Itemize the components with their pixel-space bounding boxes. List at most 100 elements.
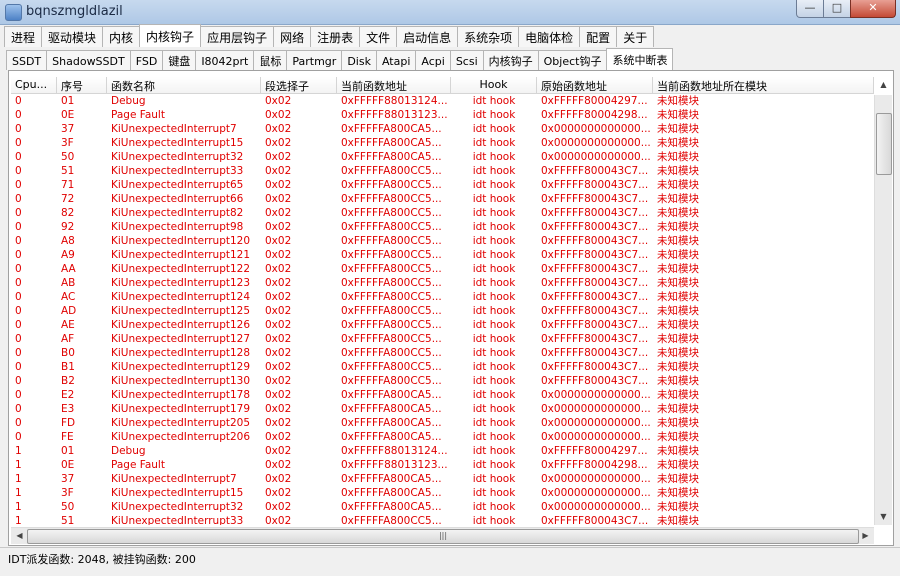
table-row[interactable]: 1 0E Page Fault 0x02 0xFFFFF88013123... idt h…: [11, 458, 874, 472]
tab-main-9[interactable]: 系统杂项: [457, 26, 520, 47]
tab-main-11[interactable]: 配置: [579, 26, 618, 47]
table-cell: 0xFFFFFA800CC5...: [341, 235, 442, 247]
column-header-5[interactable]: Hook: [451, 77, 537, 93]
tab-sub-9[interactable]: Acpi: [415, 50, 451, 70]
main-window: bqnszmgldlazil — □ ✕ 进程 驱动模块 内核 内核钩子 应用层钩子 网络…: [0, 0, 900, 576]
table-row[interactable]: 0 92 KiUnexpectedInterrupt98 0x02 0xFFFFFA80…: [11, 220, 874, 234]
table-row[interactable]: 0 FE KiUnexpectedInterrupt206 0x02 0xFFFFFA8…: [11, 430, 874, 444]
column-header-6[interactable]: 原始函数地址: [537, 77, 653, 93]
table-row[interactable]: 1 50 KiUnexpectedInterrupt32 0x02 0xFFFFFA80…: [11, 500, 874, 514]
table-row[interactable]: 1 37 KiUnexpectedInterrupt7 0x02 0xFFFFFA800…: [11, 472, 874, 486]
table-cell: idt hook: [472, 249, 516, 261]
tab-sub-2[interactable]: FSD: [129, 50, 164, 70]
column-header-4[interactable]: 当前函数地址: [337, 77, 451, 93]
tab-main-5[interactable]: 网络: [273, 26, 312, 47]
table-row[interactable]: 0 AB KiUnexpectedInterrupt123 0x02 0xFFFFFA8…: [11, 276, 874, 290]
table-row[interactable]: 0 01 Debug 0x02 0xFFFFF88013124... idt hook 0x…: [11, 94, 874, 108]
tab-main-10[interactable]: 电脑体检: [518, 26, 581, 47]
table-row[interactable]: 0 37 KiUnexpectedInterrupt7 0x02 0xFFFFFA800…: [11, 122, 874, 136]
table-row[interactable]: 0 AD KiUnexpectedInterrupt125 0x02 0xFFFFFA8…: [11, 304, 874, 318]
table-cell: 未知模块: [657, 403, 699, 415]
table-row[interactable]: 0 E3 KiUnexpectedInterrupt179 0x02 0xFFFFFA8…: [11, 402, 874, 416]
table-row[interactable]: 0 71 KiUnexpectedInterrupt65 0x02 0xFFFFFA80…: [11, 178, 874, 192]
table-cell: 0: [15, 277, 22, 289]
table-cell: 未知模块: [657, 459, 699, 471]
column-header-7[interactable]: 当前函数地址所在模块: [653, 77, 874, 93]
table-cell: KiUnexpectedInterrupt126: [111, 319, 251, 331]
table-cell: 未知模块: [657, 249, 699, 261]
table-row[interactable]: 0 82 KiUnexpectedInterrupt82 0x02 0xFFFFFA80…: [11, 206, 874, 220]
tab-main-8[interactable]: 启动信息: [396, 26, 459, 47]
minimize-button[interactable]: —: [796, 0, 824, 18]
tab-main-1[interactable]: 驱动模块: [41, 26, 104, 47]
tab-sub-4[interactable]: I8042prt: [195, 50, 255, 70]
table-row[interactable]: 0 E2 KiUnexpectedInterrupt178 0x02 0xFFFFFA8…: [11, 388, 874, 402]
scroll-right-icon[interactable]: ▶: [857, 528, 874, 544]
table-row[interactable]: 0 B1 KiUnexpectedInterrupt129 0x02 0xFFFFFA8…: [11, 360, 874, 374]
tab-main-4[interactable]: 应用层钩子: [200, 26, 275, 47]
table-row[interactable]: 0 B0 KiUnexpectedInterrupt128 0x02 0xFFFFFA8…: [11, 346, 874, 360]
tab-main-3[interactable]: 内核钩子: [139, 24, 202, 47]
tab-sub-12[interactable]: Object钩子: [537, 50, 608, 70]
scroll-up-icon[interactable]: ▲: [875, 77, 892, 93]
scroll-down-icon[interactable]: ▼: [875, 509, 892, 525]
table-row[interactable]: 0 3F KiUnexpectedInterrupt15 0x02 0xFFFFFA80…: [11, 136, 874, 150]
table-row[interactable]: 0 0E Page Fault 0x02 0xFFFFF88013123... idt h…: [11, 108, 874, 122]
table-row[interactable]: 1 3F KiUnexpectedInterrupt15 0x02 0xFFFFFA80…: [11, 486, 874, 500]
table-row[interactable]: 1 01 Debug 0x02 0xFFFFF88013124... idt hook 0x…: [11, 444, 874, 458]
table-cell: 0x02: [265, 151, 292, 163]
table-row[interactable]: 0 72 KiUnexpectedInterrupt66 0x02 0xFFFFFA80…: [11, 192, 874, 206]
table-cell: 0x02: [265, 249, 292, 261]
tab-main-0[interactable]: 进程: [4, 26, 43, 47]
table-row[interactable]: 0 A8 KiUnexpectedInterrupt120 0x02 0xFFFFFA8…: [11, 234, 874, 248]
tab-sub-5[interactable]: 鼠标: [253, 50, 288, 70]
tab-main-2[interactable]: 内核: [102, 26, 141, 47]
table-cell: idt hook: [472, 151, 516, 163]
column-header-0[interactable]: Cpu...: [11, 77, 57, 93]
horizontal-scrollbar[interactable]: ◀ ||| ▶: [11, 527, 874, 544]
column-header-3[interactable]: 段选择子: [261, 77, 337, 93]
table-cell: 0: [15, 333, 22, 345]
table-cell: KiUnexpectedInterrupt123: [111, 277, 251, 289]
tab-sub-7[interactable]: Disk: [341, 50, 377, 70]
scroll-left-icon[interactable]: ◀: [11, 528, 28, 544]
tab-sub-8[interactable]: Atapi: [375, 50, 417, 70]
tab-sub-1[interactable]: ShadowSSDT: [46, 50, 131, 70]
table-row[interactable]: 0 AC KiUnexpectedInterrupt124 0x02 0xFFFFFA8…: [11, 290, 874, 304]
horizontal-scroll-thumb[interactable]: |||: [27, 529, 859, 544]
table-row[interactable]: 0 FD KiUnexpectedInterrupt205 0x02 0xFFFFFA8…: [11, 416, 874, 430]
table-cell: 0: [15, 375, 22, 387]
table-cell: 0xFFFFFA800CC5...: [341, 277, 442, 289]
table-cell: idt hook: [472, 417, 516, 429]
tab-sub-11[interactable]: 内核钩子: [482, 50, 539, 70]
tab-main-7[interactable]: 文件: [359, 26, 398, 47]
table-row[interactable]: 0 A9 KiUnexpectedInterrupt121 0x02 0xFFFFFA8…: [11, 248, 874, 262]
tab-main-12[interactable]: 关于: [616, 26, 655, 47]
column-header-2[interactable]: 函数名称: [107, 77, 261, 93]
title-bar[interactable]: bqnszmgldlazil — □ ✕: [0, 0, 900, 25]
tab-sub-3[interactable]: 键盘: [162, 50, 197, 70]
tab-sub-0[interactable]: SSDT: [6, 50, 48, 70]
table-cell: 未知模块: [657, 445, 699, 457]
table-row[interactable]: 0 AA KiUnexpectedInterrupt122 0x02 0xFFFFFA8…: [11, 262, 874, 276]
close-button[interactable]: ✕: [850, 0, 896, 18]
tab-sub-13[interactable]: 系统中断表: [606, 48, 674, 70]
vertical-scrollbar[interactable]: ▲ ▼: [874, 80, 892, 525]
table-cell: 0xFFFFFA800CC5...: [341, 333, 442, 345]
vertical-scroll-thumb[interactable]: [876, 113, 892, 175]
table-row[interactable]: 0 51 KiUnexpectedInterrupt33 0x02 0xFFFFFA80…: [11, 164, 874, 178]
table-row[interactable]: 1 51 KiUnexpectedInterrupt33 0x02 0xFFFFFA80…: [11, 514, 874, 525]
table-row[interactable]: 0 50 KiUnexpectedInterrupt32 0x02 0xFFFFFA80…: [11, 150, 874, 164]
table-cell: 0x0000000000000...: [541, 403, 651, 415]
table-row[interactable]: 0 B2 KiUnexpectedInterrupt130 0x02 0xFFFFFA8…: [11, 374, 874, 388]
table-row[interactable]: 0 AE KiUnexpectedInterrupt126 0x02 0xFFFFFA8…: [11, 318, 874, 332]
table-cell: idt hook: [472, 263, 516, 275]
table-row[interactable]: 0 AF KiUnexpectedInterrupt127 0x02 0xFFFFFA8…: [11, 332, 874, 346]
tab-main-6[interactable]: 注册表: [310, 26, 361, 47]
table-cell: 0x02: [265, 263, 292, 275]
column-header-1[interactable]: 序号: [57, 77, 107, 93]
table-cell: KiUnexpectedInterrupt122: [111, 263, 251, 275]
tab-sub-10[interactable]: Scsi: [449, 50, 484, 70]
tab-sub-6[interactable]: Partmgr: [286, 50, 343, 70]
maximize-button[interactable]: □: [823, 0, 851, 18]
